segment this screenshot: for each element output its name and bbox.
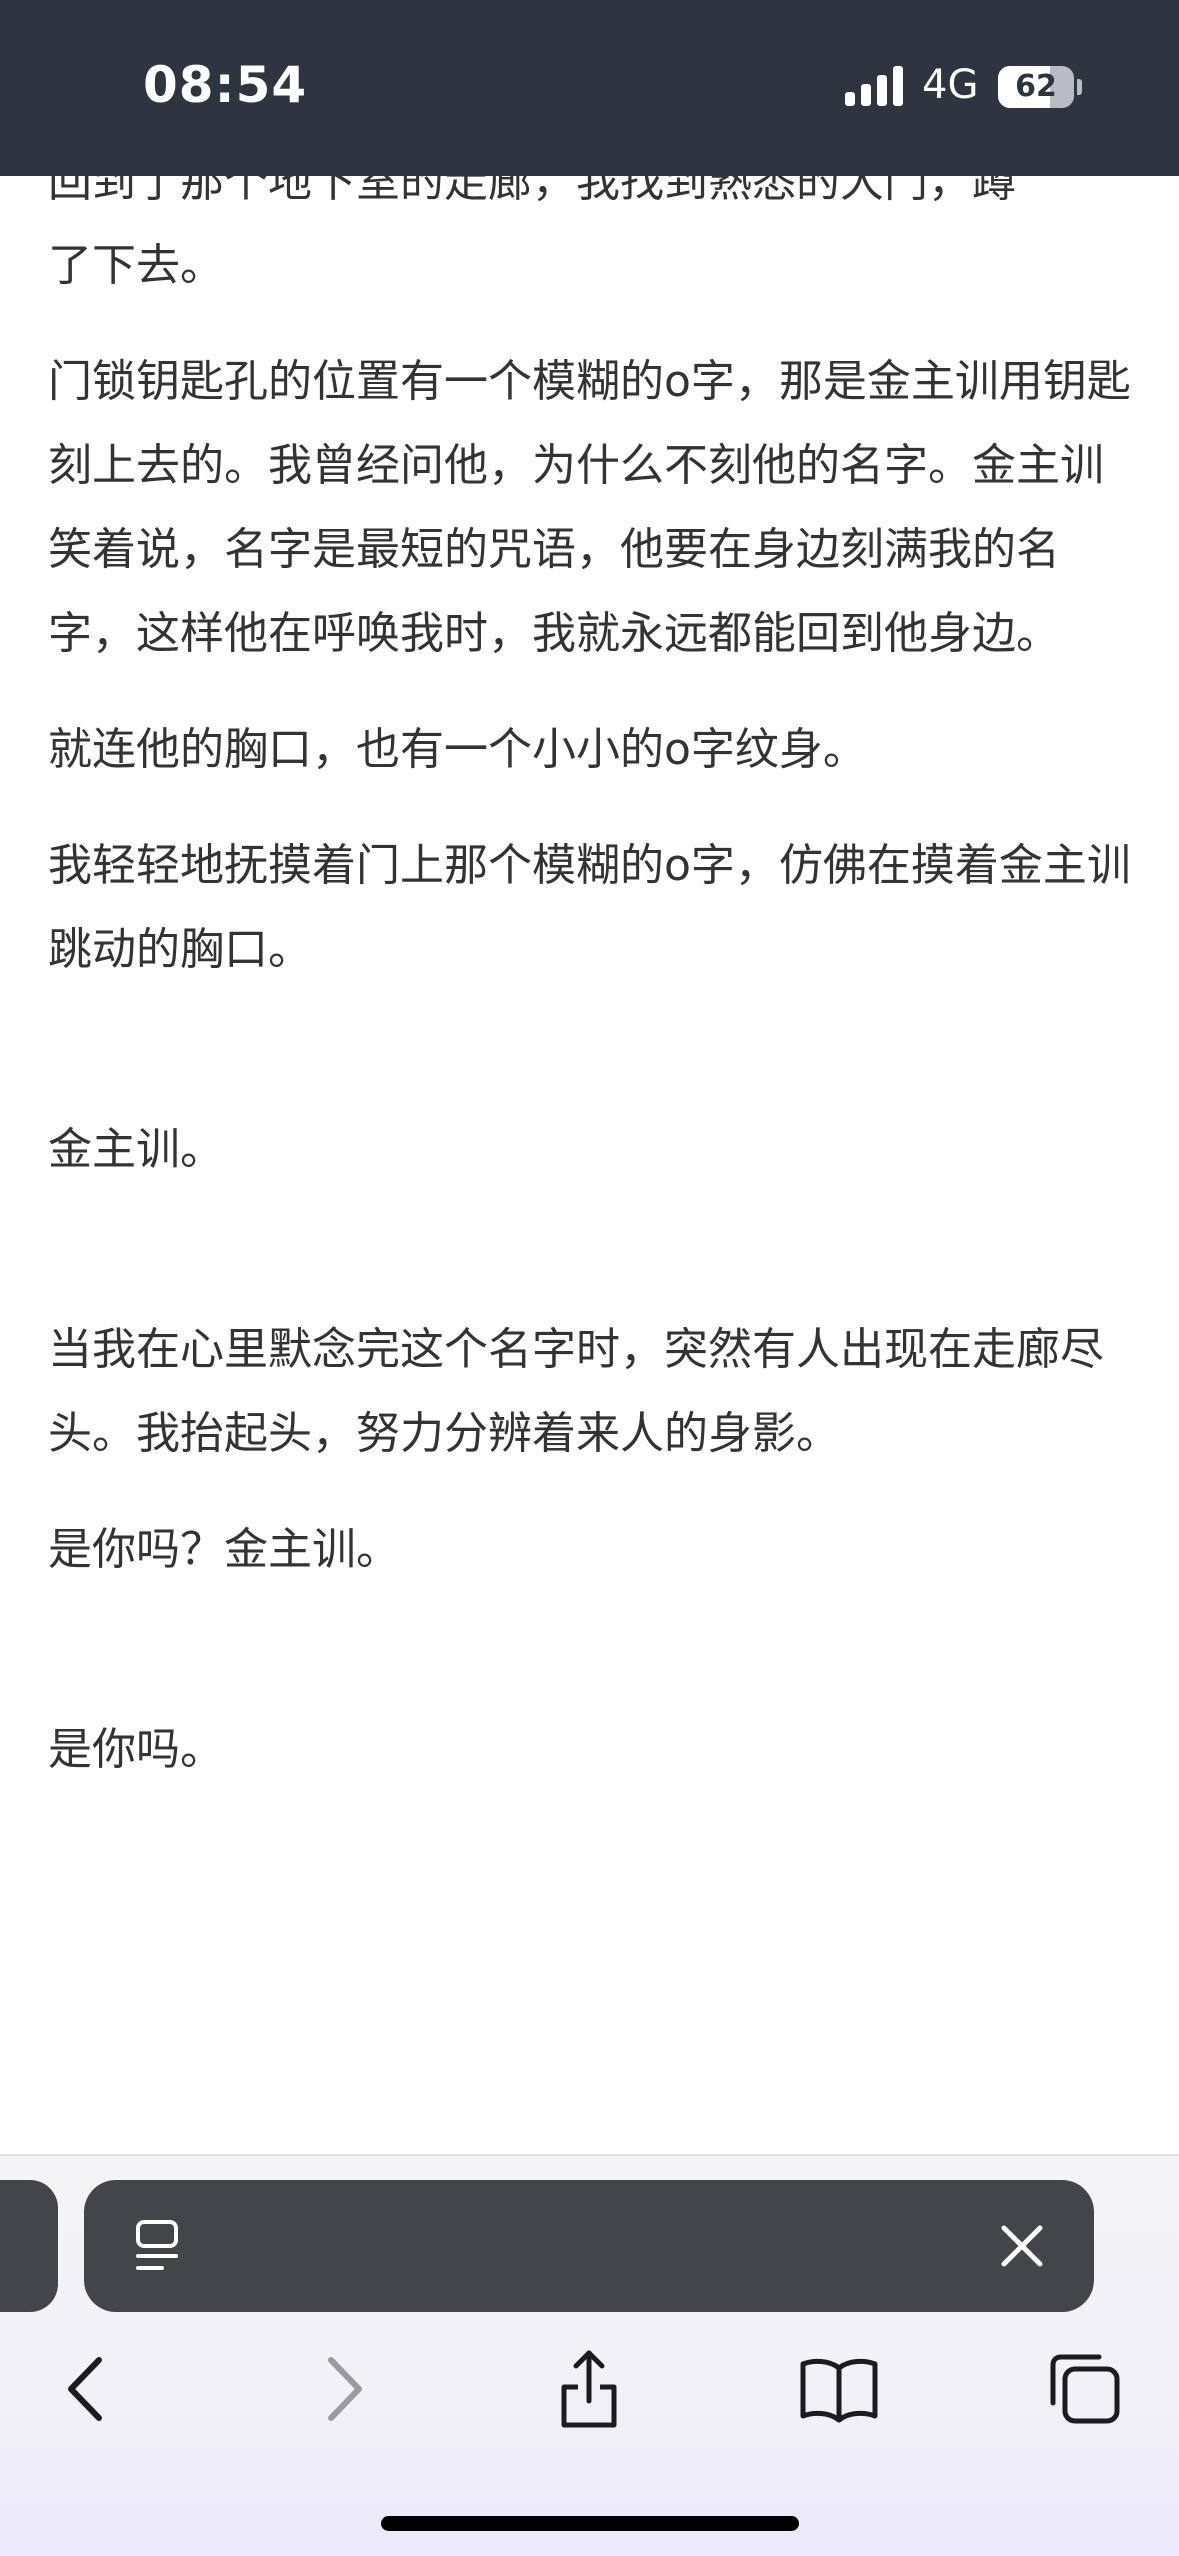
bookmarks-button[interactable] <box>794 2344 884 2434</box>
battery-icon: 62 <box>998 66 1082 108</box>
home-indicator[interactable] <box>381 2516 799 2531</box>
article-paragraph: 门锁钥匙孔的位置有一个模糊的o字，那是金主训用钥匙刻上去的。我曾经问他，为什么不… <box>48 356 1131 659</box>
article-body: 回到了那个地下室的走廊，我找到熟悉的大门，蹲 了下去。 门锁钥匙孔的位置有一个模… <box>48 140 1138 1792</box>
article-paragraph: 当我在心里默念完这个名字时，突然有人出现在走廊尽头。我抬起头，努力分辨着来人的身… <box>48 1324 1104 1459</box>
article-paragraph: 了下去。 <box>48 240 224 291</box>
reader-page: 回到了那个地下室的走廊，我找到熟悉的大门，蹲 了下去。 门锁钥匙孔的位置有一个模… <box>0 0 1179 2556</box>
address-bar[interactable] <box>84 2180 1094 2312</box>
forward-icon <box>328 2357 362 2421</box>
status-bar: 08:54 4G 62 <box>0 0 1179 176</box>
network-type: 4G <box>922 62 979 108</box>
previous-tab-peek[interactable] <box>0 2180 58 2312</box>
article-paragraph: 是你吗？金主训。 <box>48 1524 400 1575</box>
forward-button[interactable] <box>298 2344 388 2434</box>
tabs-button[interactable] <box>1040 2344 1130 2434</box>
share-icon <box>561 2350 617 2428</box>
bookmarks-icon <box>800 2358 878 2423</box>
close-icon <box>1001 2225 1043 2267</box>
close-tab-button[interactable] <box>990 2214 1054 2278</box>
article-paragraph: 金主训。 <box>48 1124 224 1175</box>
article-paragraph: 是你吗。 <box>48 1724 224 1775</box>
article-paragraph: 就连他的胸口，也有一个小小的o字纹身。 <box>48 724 867 775</box>
status-time: 08:54 <box>143 56 308 114</box>
article-paragraph: 我轻轻地抚摸着门上那个模糊的o字，仿佛在摸着金主训跳动的胸口。 <box>48 840 1131 975</box>
share-button[interactable] <box>544 2344 634 2434</box>
back-icon <box>68 2357 102 2421</box>
battery-level: 62 <box>1015 69 1057 104</box>
back-button[interactable] <box>42 2344 132 2434</box>
tabs-icon <box>1050 2354 1120 2424</box>
signal-icon <box>845 66 903 106</box>
reader-icon[interactable] <box>130 2218 186 2274</box>
